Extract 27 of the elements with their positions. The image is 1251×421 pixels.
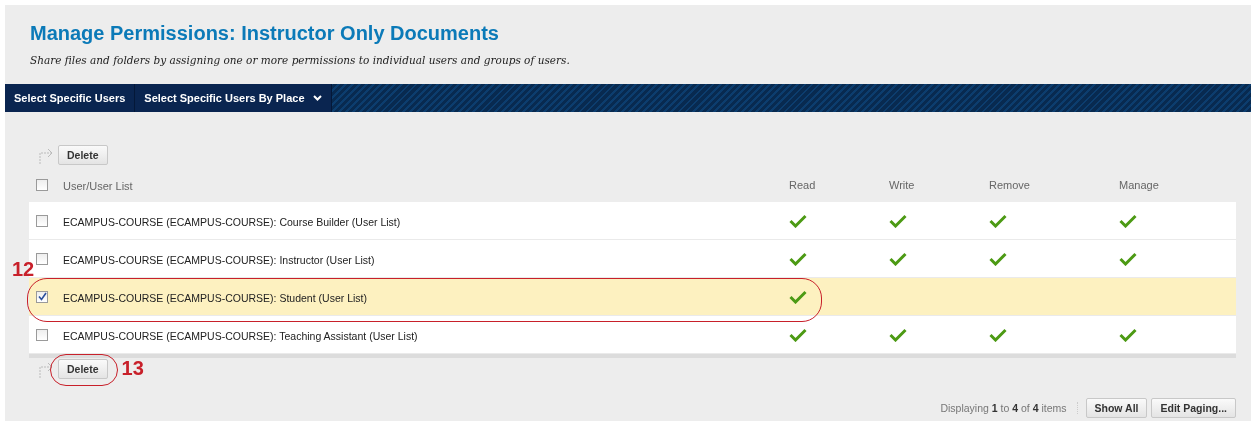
user-list-name: ECAMPUS-COURSE (ECAMPUS-COURSE): Student (User List) xyxy=(63,291,367,304)
callout-number: 13 xyxy=(121,357,144,380)
checkbox[interactable] xyxy=(36,290,48,303)
delete-button[interactable]: Delete xyxy=(58,359,108,379)
checkbox[interactable] xyxy=(36,179,48,191)
page-description: Share files and folders by assigning one or more permissions to individual users and groups of users. xyxy=(30,54,571,66)
checkbox[interactable] xyxy=(36,252,48,265)
user-list-name: ECAMPUS-COURSE (ECAMPUS-COURSE): Instructor (User List) xyxy=(63,253,375,266)
user-list-name: ECAMPUS-COURSE (ECAMPUS-COURSE): Teaching Assistant (User List) xyxy=(63,329,418,342)
column-header: Write xyxy=(889,179,915,191)
table-row[interactable]: ECAMPUS-COURSE (ECAMPUS-COURSE): Teaching Assistant (User List) xyxy=(29,316,1236,354)
column-header: User/User List xyxy=(63,180,133,192)
checkbox[interactable] xyxy=(36,328,48,341)
page-title: Manage Permissions: Instructor Only Documents xyxy=(30,22,500,45)
column-header: Read xyxy=(789,179,816,191)
nav-menu-item[interactable]: Select Specific Users By Place xyxy=(135,84,332,112)
table-row[interactable]: ECAMPUS-COURSE (ECAMPUS-COURSE): Course Builder (User List) xyxy=(29,202,1236,240)
column-header: Remove xyxy=(989,179,1030,191)
checkbox[interactable] xyxy=(36,214,48,227)
column-header: Manage xyxy=(1119,179,1159,191)
show-all-button[interactable]: Show All xyxy=(1085,398,1148,418)
table-row[interactable]: ECAMPUS-COURSE (ECAMPUS-COURSE): Student (User List) xyxy=(29,278,1236,316)
nav-menu-item[interactable]: Select Specific Users xyxy=(5,84,136,112)
delete-button[interactable]: Delete xyxy=(58,145,108,165)
paging-summary: Displaying 1 to 4 of 4 items xyxy=(940,402,1078,414)
edit-paging-button[interactable]: Edit Paging... xyxy=(1151,398,1236,418)
user-list-name: ECAMPUS-COURSE (ECAMPUS-COURSE): Course Builder (User List) xyxy=(63,215,401,228)
